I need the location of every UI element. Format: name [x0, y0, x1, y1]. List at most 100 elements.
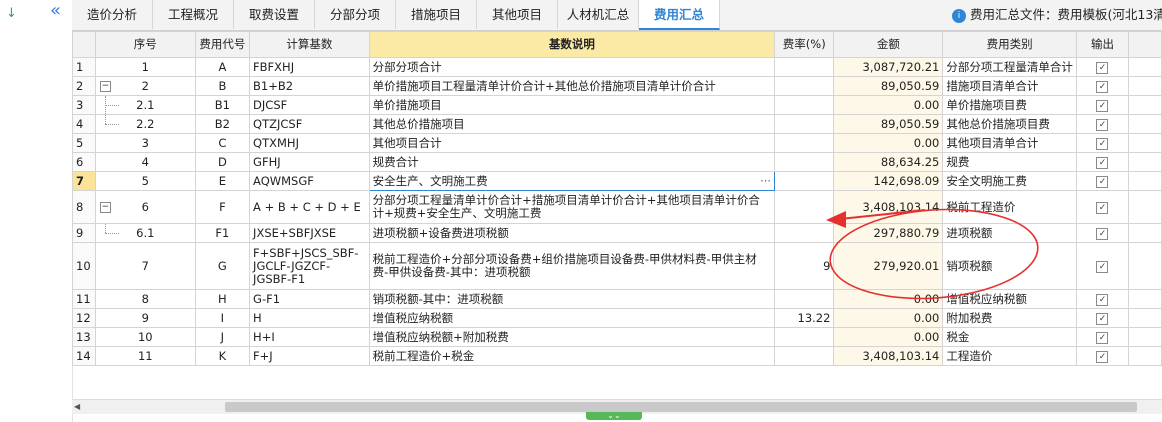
- rate-cell[interactable]: [774, 327, 835, 347]
- collapse-toggle-icon[interactable]: −: [99, 202, 111, 213]
- category-cell[interactable]: 规费: [942, 152, 1077, 172]
- code-cell[interactable]: H: [194, 289, 251, 309]
- desc-cell[interactable]: 其他总价措施项目: [368, 114, 776, 134]
- table-row-selected[interactable]: 7 5 E AQWMSGF ··· 安全生产、文明施工费 142,698.09 安…: [72, 171, 1162, 191]
- tab-sub-items[interactable]: 分部分项: [315, 0, 396, 29]
- seq-cell[interactable]: 11: [94, 346, 196, 366]
- code-cell[interactable]: B2: [194, 114, 251, 134]
- base-cell[interactable]: F+SBF+JSCS_SBF-JGCLF-JGZCF-JGSBF-F1: [249, 242, 370, 290]
- seq-cell[interactable]: 3: [94, 133, 196, 153]
- desc-cell-editing[interactable]: ··· 安全生产、文明施工费: [368, 171, 776, 191]
- seq-cell[interactable]: 2.2: [94, 114, 196, 134]
- table-row[interactable]: 5 3 C QTXMHJ 其他项目合计 0.00 其他项目清单合计 ✓: [72, 133, 1162, 153]
- output-checkbox[interactable]: ✓: [1096, 62, 1109, 74]
- table-row[interactable]: 1 1 A FBFXHJ 分部分项合计 3,087,720.21 分部分项工程量…: [72, 57, 1162, 77]
- category-cell[interactable]: 工程造价: [942, 346, 1077, 366]
- col-header-amount[interactable]: 金额: [833, 31, 944, 58]
- table-row[interactable]: 2 −2 B B1+B2 单价措施项目工程量清单计价合计+其他总价措施项目清单计…: [72, 76, 1162, 96]
- base-cell[interactable]: H+I: [249, 327, 370, 347]
- base-cell[interactable]: JXSE+SBFJXSE: [249, 223, 370, 243]
- output-cell[interactable]: ✓: [1075, 76, 1130, 96]
- rate-cell[interactable]: [774, 95, 835, 115]
- table-row[interactable]: 9 6.1 F1 JXSE+SBFJXSE 进项税额+设备费进项税额 297,8…: [72, 223, 1162, 243]
- seq-cell[interactable]: 4: [94, 152, 196, 172]
- category-cell[interactable]: 分部分项工程量清单合计: [942, 57, 1077, 77]
- desc-cell[interactable]: 税前工程造价+分部分项设备费+组价措施项目设备费-甲供材料费-甲供主材费-甲供设…: [368, 242, 776, 290]
- output-cell[interactable]: ✓: [1075, 346, 1130, 366]
- table-row[interactable]: 10 7 G F+SBF+JSCS_SBF-JGCLF-JGZCF-JGSBF-…: [72, 242, 1162, 290]
- seq-cell[interactable]: 2.1: [94, 95, 196, 115]
- tab-project-overview[interactable]: 工程概况: [153, 0, 234, 29]
- tab-fee-summary[interactable]: 费用汇总: [639, 0, 720, 30]
- col-header-category[interactable]: 费用类别: [942, 31, 1077, 58]
- output-cell[interactable]: ✓: [1075, 289, 1130, 309]
- base-cell[interactable]: A + B + C + D + E: [249, 190, 370, 224]
- category-cell[interactable]: 其他总价措施项目费: [942, 114, 1077, 134]
- table-row[interactable]: 12 9 I H 增值税应纳税额 13.22 0.00 附加税费 ✓: [72, 308, 1162, 328]
- col-header-desc[interactable]: 基数说明: [368, 31, 776, 58]
- col-header-base[interactable]: 计算基数: [249, 31, 370, 58]
- category-cell[interactable]: 进项税额: [942, 223, 1077, 243]
- output-checkbox[interactable]: ✓: [1096, 351, 1109, 363]
- tab-fee-settings[interactable]: 取费设置: [234, 0, 315, 29]
- base-cell[interactable]: DJCSF: [249, 95, 370, 115]
- category-cell[interactable]: 其他项目清单合计: [942, 133, 1077, 153]
- category-cell[interactable]: 税金: [942, 327, 1077, 347]
- code-cell[interactable]: G: [194, 242, 251, 290]
- tab-measure-items[interactable]: 措施项目: [396, 0, 477, 29]
- rate-cell[interactable]: [774, 289, 835, 309]
- rate-cell[interactable]: [774, 346, 835, 366]
- table-row[interactable]: 3 2.1 B1 DJCSF 单价措施项目 0.00 单价措施项目费 ✓: [72, 95, 1162, 115]
- base-cell[interactable]: G-F1: [249, 289, 370, 309]
- output-cell[interactable]: ✓: [1075, 114, 1130, 134]
- desc-cell[interactable]: 增值税应纳税额: [368, 308, 776, 328]
- table-row[interactable]: 8 −6 F A + B + C + D + E 分部分项工程量清单计价合计+措…: [72, 190, 1162, 224]
- seq-cell[interactable]: −2: [94, 76, 196, 96]
- rate-cell[interactable]: [774, 133, 835, 153]
- category-cell[interactable]: 附加税费: [942, 308, 1077, 328]
- code-cell[interactable]: F: [194, 190, 251, 224]
- desc-cell[interactable]: 增值税应纳税额+附加税费: [368, 327, 776, 347]
- output-cell[interactable]: ✓: [1075, 190, 1130, 224]
- tab-cost-analysis[interactable]: 造价分析: [72, 0, 153, 29]
- desc-cell[interactable]: 规费合计: [368, 152, 776, 172]
- desc-cell[interactable]: 分部分项工程量清单计价合计+措施项目清单计价合计+其他项目清单计价合计+规费+安…: [368, 190, 776, 224]
- table-row[interactable]: 13 10 J H+I 增值税应纳税额+附加税费 0.00 税金 ✓: [72, 327, 1162, 347]
- table-row[interactable]: 4 2.2 B2 QTZJCSF 其他总价措施项目 89,050.59 其他总价…: [72, 114, 1162, 134]
- output-checkbox[interactable]: ✓: [1096, 176, 1109, 188]
- category-cell[interactable]: 增值税应纳税额: [942, 289, 1077, 309]
- tab-labor-material-machine[interactable]: 人材机汇总: [558, 0, 639, 29]
- rate-cell[interactable]: [774, 114, 835, 134]
- rate-cell[interactable]: [774, 223, 835, 243]
- output-cell[interactable]: ✓: [1075, 152, 1130, 172]
- base-cell[interactable]: QTXMHJ: [249, 133, 370, 153]
- output-checkbox[interactable]: ✓: [1096, 261, 1109, 273]
- code-cell[interactable]: D: [194, 152, 251, 172]
- seq-cell[interactable]: 9: [94, 308, 196, 328]
- rate-cell[interactable]: 13.22: [774, 308, 835, 328]
- output-checkbox[interactable]: ✓: [1096, 313, 1109, 325]
- expand-panel-handle[interactable]: ⌄⌄: [586, 412, 642, 420]
- code-cell[interactable]: J: [194, 327, 251, 347]
- collapse-panel-icon[interactable]: «: [50, 2, 61, 20]
- code-cell[interactable]: I: [194, 308, 251, 328]
- output-cell[interactable]: ✓: [1075, 95, 1130, 115]
- output-checkbox[interactable]: ✓: [1096, 332, 1109, 344]
- output-checkbox[interactable]: ✓: [1096, 119, 1109, 131]
- output-checkbox[interactable]: ✓: [1096, 228, 1109, 240]
- collapse-toggle-icon[interactable]: −: [99, 81, 111, 92]
- code-cell[interactable]: C: [194, 133, 251, 153]
- base-cell[interactable]: AQWMSGF: [249, 171, 370, 191]
- seq-cell[interactable]: 8: [94, 289, 196, 309]
- output-checkbox[interactable]: ✓: [1096, 138, 1109, 150]
- seq-cell[interactable]: 1: [94, 57, 196, 77]
- code-cell[interactable]: B: [194, 76, 251, 96]
- desc-cell[interactable]: 销项税额-其中：进项税额: [368, 289, 776, 309]
- col-header-rate[interactable]: 费率(%): [774, 31, 835, 58]
- scroll-left-icon[interactable]: ◀: [74, 402, 80, 411]
- output-checkbox[interactable]: ✓: [1096, 81, 1109, 93]
- scrollbar-thumb[interactable]: [225, 402, 1137, 412]
- base-cell[interactable]: F+J: [249, 346, 370, 366]
- output-checkbox[interactable]: ✓: [1096, 157, 1109, 169]
- rate-cell[interactable]: [774, 76, 835, 96]
